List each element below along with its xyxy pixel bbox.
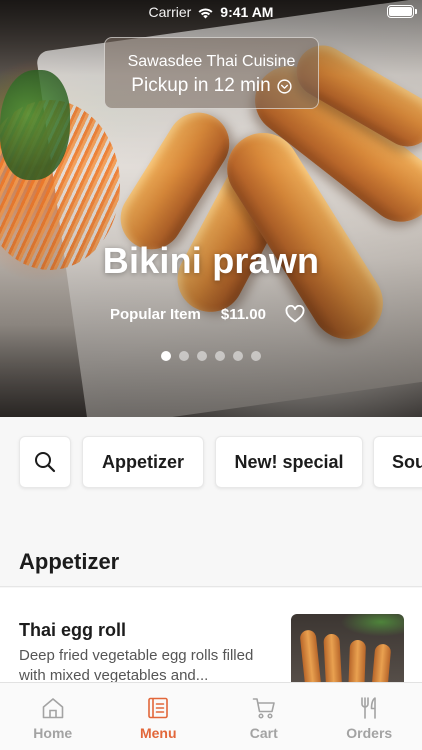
tab-label: Home [33,725,73,741]
tab-bar: Home Menu Cart Orders [0,682,422,750]
store-name: Sawasdee Thai Cuisine [127,53,296,70]
tab-label: Cart [249,725,278,741]
featured-hero[interactable]: Carrier 9:41 AM Sawasdee Thai Cuisine Pi… [0,0,422,417]
store-pickup-selector[interactable]: Sawasdee Thai Cuisine Pickup in 12 min [104,37,319,109]
tab-orders[interactable]: Orders [317,683,422,750]
pickup-time: Pickup in 12 min [131,75,271,96]
category-chip-new-special[interactable]: New! special [215,436,363,488]
carousel-dot[interactable] [179,351,189,361]
category-chip-soup[interactable]: Sou [373,436,422,488]
section-header: Appetizer [0,535,422,587]
featured-item-title: Bikini prawn [102,240,320,281]
carousel-dot[interactable] [233,351,243,361]
carousel-dots[interactable] [0,351,422,361]
search-icon [35,452,56,473]
tab-label: Menu [139,725,177,741]
heart-icon[interactable] [285,305,305,323]
popular-badge: Popular Item [110,305,201,323]
search-button[interactable] [19,436,71,488]
menu-item-description: Deep fried vegetable egg rolls filled wi… [19,647,254,684]
carousel-dot[interactable] [161,351,171,361]
tab-label: Orders [346,725,393,741]
carrier-label: Carrier [148,4,192,20]
featured-item-meta: Popular Item $11.00 [110,305,305,323]
app-screen: Carrier 9:41 AM Sawasdee Thai Cuisine Pi… [0,0,422,750]
menu-item-name: Thai egg roll [19,620,127,640]
clock-label: 9:41 AM [220,4,274,20]
wifi-icon [198,8,213,18]
battery-icon [387,5,417,18]
category-chip-row[interactable]: Appetizer New! special Sou [0,417,422,507]
fork-knife-icon [361,697,377,719]
menu-book-icon [148,697,169,719]
tab-cart[interactable]: Cart [211,683,317,750]
menu-item-card[interactable]: Thai egg roll Deep fried vegetable egg r… [0,588,422,694]
tab-home[interactable]: Home [0,683,106,750]
carousel-dot[interactable] [251,351,261,361]
category-chip-appetizer[interactable]: Appetizer [82,436,204,488]
chevron-down-circle-icon [277,78,292,94]
home-icon [42,698,64,719]
section-title: Appetizer [19,549,120,574]
cart-icon [252,698,275,719]
carousel-dot[interactable] [197,351,207,361]
carousel-dot[interactable] [215,351,225,361]
featured-price: $11.00 [220,305,266,323]
tab-menu[interactable]: Menu [106,683,212,750]
status-bar: Carrier 9:41 AM [0,0,422,24]
